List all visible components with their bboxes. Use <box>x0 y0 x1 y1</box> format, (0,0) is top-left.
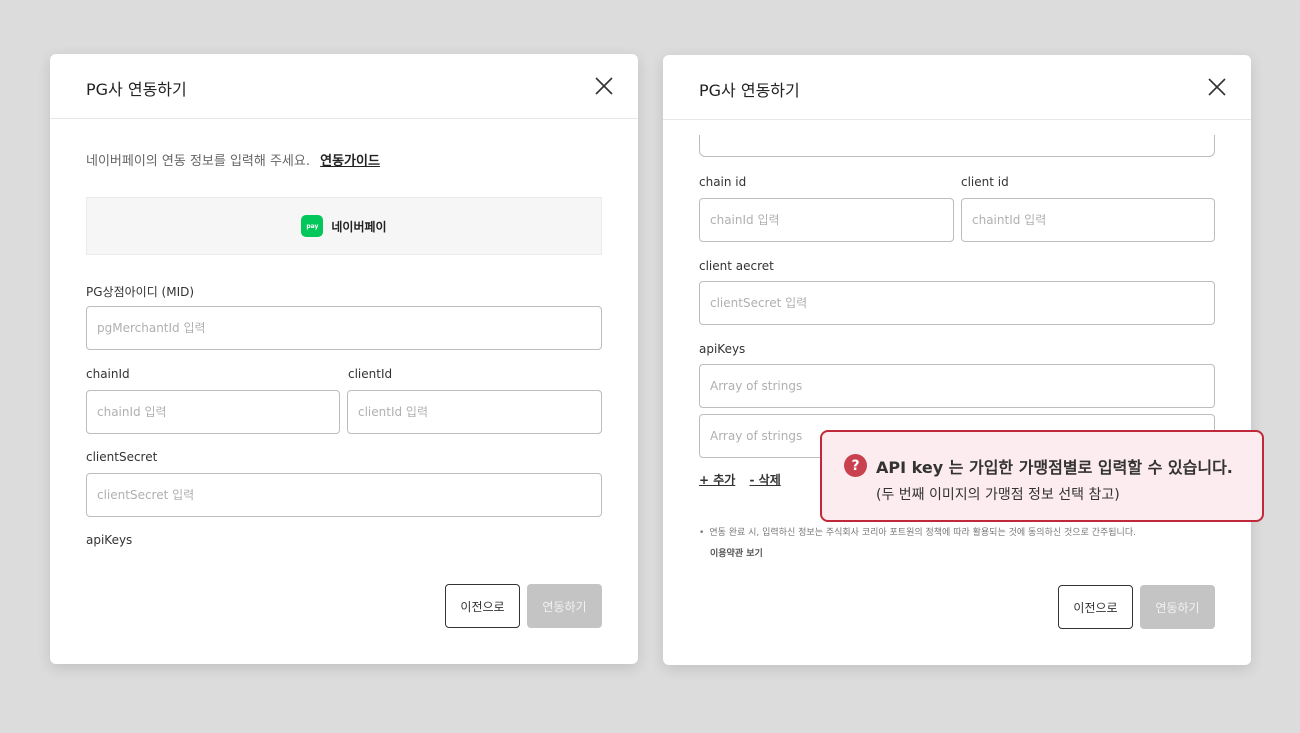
consent-notice: • 연동 완료 시, 입력하신 정보는 주식회사 코리아 포트원의 정책에 따라 … <box>699 525 1136 538</box>
add-api-key-button[interactable]: + 추가 <box>699 473 735 487</box>
connect-button[interactable]: 연동하기 <box>527 584 602 628</box>
scrolled-input-edge[interactable] <box>699 135 1215 157</box>
selected-pg-box: pay 네이버페이 <box>86 197 602 255</box>
api-key-tooltip: ? API key 는 가입한 가맹점별로 입력할 수 있습니다. (두 번째 … <box>820 430 1264 522</box>
modal-header: PG사 연동하기 <box>663 55 1251 120</box>
client-id-label: client id <box>961 175 1009 189</box>
notice-text: 연동 완료 시, 입력하신 정보는 주식회사 코리아 포트원의 정책에 따라 활… <box>709 528 1136 538</box>
chain-id-input[interactable] <box>86 390 340 434</box>
chain-id-label: chain id <box>699 175 747 189</box>
close-icon[interactable] <box>1207 77 1227 97</box>
mid-label: PG상점아이디 (MID) <box>86 285 195 299</box>
api-key-actions: + 추가 - 삭제 <box>699 471 791 488</box>
api-keys-label: apiKeys <box>699 342 746 356</box>
connect-button[interactable]: 연동하기 <box>1140 585 1215 629</box>
api-key-input-1[interactable] <box>699 364 1215 408</box>
notice-bullet: • <box>699 528 705 538</box>
pg-connect-modal-right: PG사 연동하기 chain id client id client aecre… <box>663 55 1251 665</box>
tooltip-title: API key 는 가입한 가맹점별로 입력할 수 있습니다. <box>876 458 1233 477</box>
delete-api-key-button[interactable]: - 삭제 <box>750 473 781 487</box>
terms-link[interactable]: 이용약관 보기 <box>710 546 763 559</box>
modal-title: PG사 연동하기 <box>699 81 800 100</box>
client-id-input[interactable] <box>347 390 602 434</box>
prev-button[interactable]: 이전으로 <box>1058 585 1133 629</box>
client-secret-input[interactable] <box>86 473 602 517</box>
intro-text: 네이버페이의 연동 정보를 입력해 주세요. 연동가이드 <box>86 150 380 169</box>
close-icon[interactable] <box>594 76 614 96</box>
tooltip-subtitle: (두 번째 이미지의 가맹점 정보 선택 참고) <box>876 487 1120 503</box>
pg-connect-modal-left: PG사 연동하기 네이버페이의 연동 정보를 입력해 주세요. 연동가이드 pa… <box>50 54 638 664</box>
question-icon: ? <box>844 454 867 477</box>
pg-name: 네이버페이 <box>331 219 387 234</box>
prev-button[interactable]: 이전으로 <box>445 584 520 628</box>
naverpay-logo-icon: pay <box>301 215 324 237</box>
chain-id-label: chainId <box>86 367 130 381</box>
modal-header: PG사 연동하기 <box>50 54 638 119</box>
client-id-label: clientId <box>348 367 393 381</box>
modal-title: PG사 연동하기 <box>86 80 187 99</box>
guide-link[interactable]: 연동가이드 <box>320 154 380 169</box>
chain-id-input[interactable] <box>699 198 954 242</box>
api-keys-label: apiKeys <box>86 533 133 547</box>
intro-message: 네이버페이의 연동 정보를 입력해 주세요. <box>86 154 310 169</box>
client-secret-label: clientSecret <box>86 450 158 464</box>
client-secret-label: client aecret <box>699 259 774 273</box>
client-id-input[interactable] <box>961 198 1215 242</box>
mid-input[interactable] <box>86 306 602 350</box>
client-secret-input[interactable] <box>699 281 1215 325</box>
